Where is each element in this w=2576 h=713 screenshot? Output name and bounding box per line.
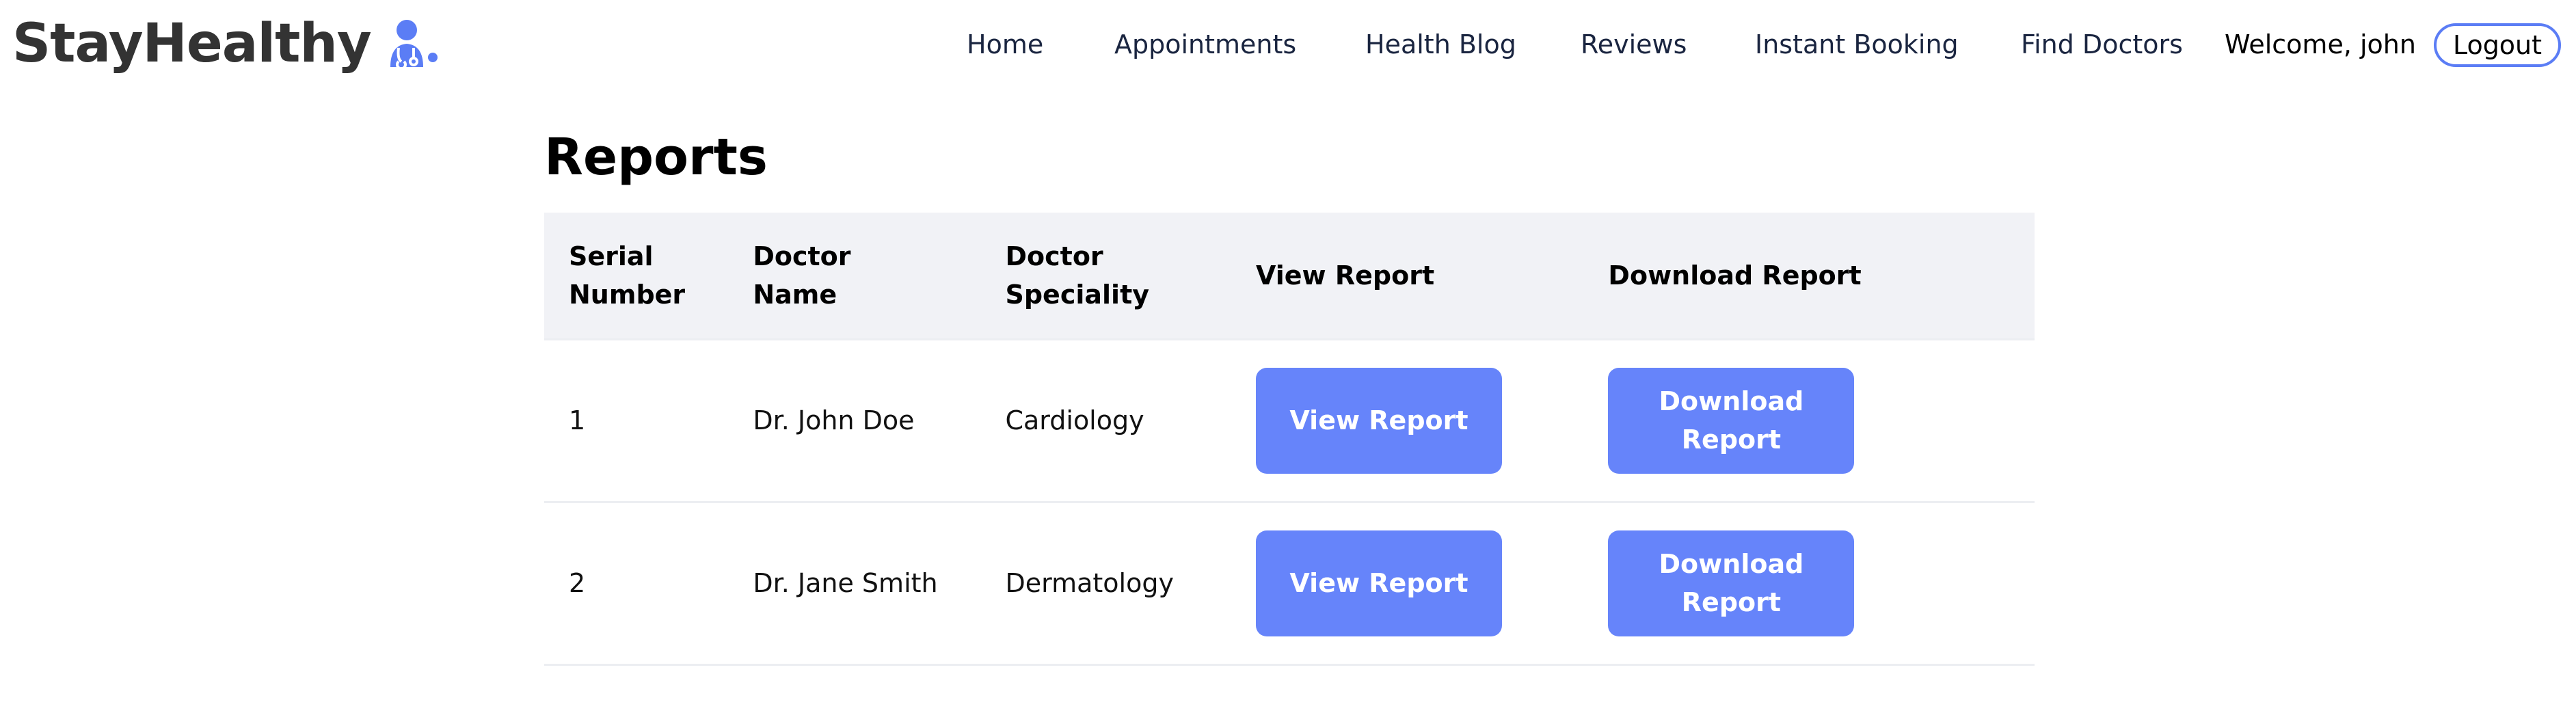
header-view-report-label: View Report xyxy=(1255,260,1435,291)
cell-download-report: Download Report xyxy=(1583,339,2035,502)
cell-doctor-name: Dr. John Doe xyxy=(753,405,915,435)
cell-view-report: View Report xyxy=(1231,502,1583,664)
cell-speciality: Dermatology xyxy=(1005,568,1174,598)
cell-serial: 2 xyxy=(569,568,586,598)
navbar: StayHealthy Home Appointments Health Blo… xyxy=(0,0,2576,89)
table-body: 1 Dr. John Doe Cardiology View Report Do… xyxy=(544,339,2035,664)
header-download-report-label: Download Report xyxy=(1608,260,1862,291)
header-doctor-speciality-label: Doctor Speciality xyxy=(1005,241,1150,310)
header-doctor-speciality: Doctor Speciality xyxy=(980,213,1231,339)
download-report-button[interactable]: Download Report xyxy=(1608,367,1855,474)
cell-doctor-name: Dr. Jane Smith xyxy=(753,568,938,598)
cell-speciality: Cardiology xyxy=(1005,405,1144,435)
cell-serial: 1 xyxy=(569,405,586,435)
logout-button[interactable]: Logout xyxy=(2434,23,2561,67)
header-serial-number: Serial Number xyxy=(544,213,728,339)
nav-find-doctors[interactable]: Find Doctors xyxy=(2021,27,2183,62)
reports-table: Serial Number Doctor Name Doctor Special… xyxy=(544,213,2035,666)
table-header: Serial Number Doctor Name Doctor Special… xyxy=(544,213,2035,339)
header-doctor-name-label: Doctor Name xyxy=(753,241,851,310)
page-title: Reports xyxy=(544,128,768,187)
welcome-text: Welcome, john xyxy=(2225,29,2416,59)
nav-appointments[interactable]: Appointments xyxy=(1114,27,1296,62)
table-row: 1 Dr. John Doe Cardiology View Report Do… xyxy=(544,339,2035,502)
cell-view-report: View Report xyxy=(1231,339,1583,502)
table-header-row: Serial Number Doctor Name Doctor Special… xyxy=(544,213,2035,339)
nav-instant-booking[interactable]: Instant Booking xyxy=(1755,27,1959,62)
header-view-report: View Report xyxy=(1231,213,1583,339)
header-doctor-name: Doctor Name xyxy=(728,213,980,339)
nav-reviews[interactable]: Reviews xyxy=(1581,27,1687,62)
table-row: 2 Dr. Jane Smith Dermatology View Report… xyxy=(544,502,2035,664)
header-serial-number-label: Serial Number xyxy=(569,241,686,310)
download-report-button[interactable]: Download Report xyxy=(1608,530,1855,636)
view-report-button[interactable]: View Report xyxy=(1255,530,1502,636)
header-download-report: Download Report xyxy=(1583,213,2035,339)
nav-home[interactable]: Home xyxy=(967,27,1043,62)
nav-health-blog[interactable]: Health Blog xyxy=(1365,27,1516,62)
nav-links: Home Appointments Health Blog Reviews In… xyxy=(0,0,2576,89)
cell-download-report: Download Report xyxy=(1583,502,2035,664)
view-report-button[interactable]: View Report xyxy=(1255,367,1502,474)
